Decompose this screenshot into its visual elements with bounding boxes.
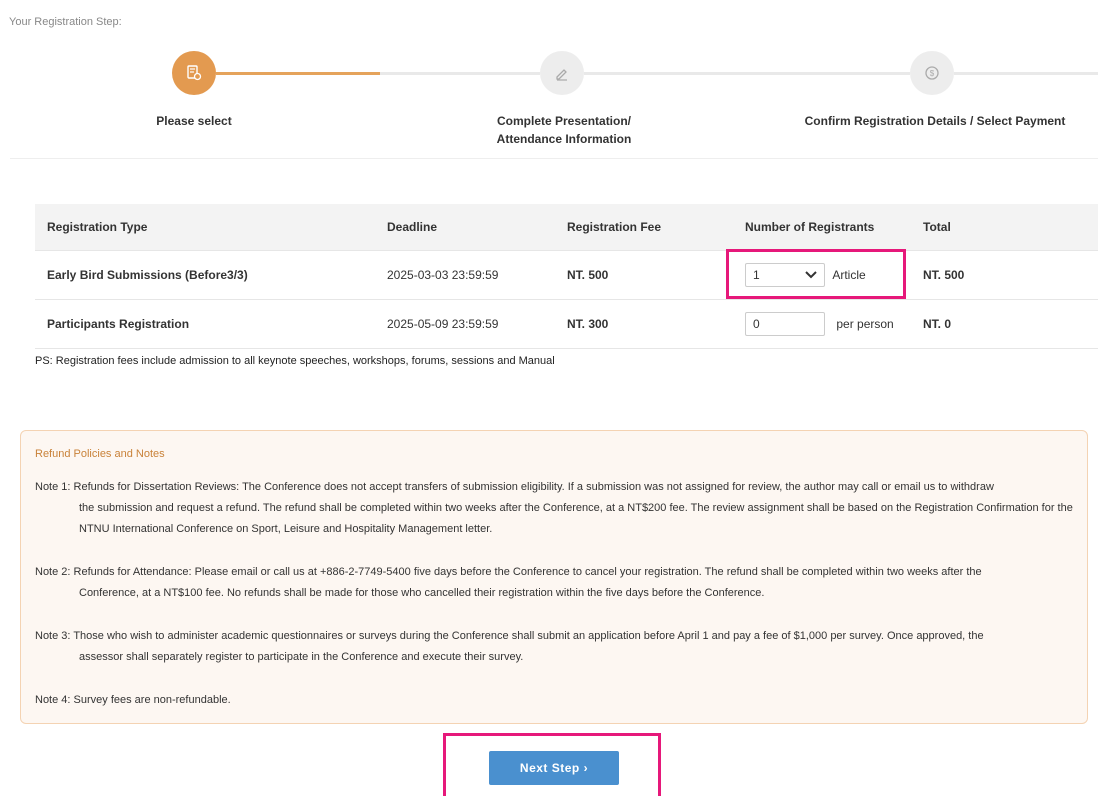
note-1: Note 1: Refunds for Dissertation Reviews… [35, 477, 1075, 540]
registrants-cell: 1 Article [733, 250, 911, 300]
select-value: 1 [753, 267, 760, 282]
note-label: Note 1: [35, 481, 71, 493]
progress-line [380, 72, 540, 75]
note-2: Note 2: Refunds for Attendance: Please e… [35, 562, 1075, 604]
registration-type: Participants Registration [35, 299, 375, 349]
unit-label: Article [832, 267, 866, 282]
step-2-circle [540, 51, 584, 95]
registration-page: Your Registration Step: $ Please select … [0, 0, 1098, 796]
registration-fee: NT. 500 [555, 250, 733, 300]
note-text: Refunds for Attendance: Please email or … [73, 566, 982, 578]
dollar-coin-icon: $ [925, 66, 939, 80]
column-header: Deadline [375, 204, 555, 251]
refund-policies-panel: Refund Policies and Notes Note 1: Refund… [20, 430, 1088, 724]
note-text: Those who wish to administer academic qu… [73, 630, 984, 642]
progress-line [584, 72, 910, 75]
registration-fee: NT. 300 [555, 299, 733, 349]
registration-table: Registration Type Deadline Registration … [35, 204, 1098, 349]
registration-type: Early Bird Submissions (Before3/3) [35, 250, 375, 300]
note-3: Note 3: Those who wish to administer aca… [35, 626, 1075, 668]
note-text-cont: the submission and request a refund. The… [79, 502, 1073, 535]
registrants-input[interactable]: 0 [745, 311, 825, 336]
deadline: 2025-03-03 23:59:59 [375, 250, 555, 300]
note-label: Note 3: [35, 630, 71, 642]
unit-label: per person [836, 316, 894, 331]
step-3-label: Confirm Registration Details / Select Pa… [804, 114, 1066, 128]
deadline: 2025-05-09 23:59:59 [375, 299, 555, 349]
divider [10, 158, 1098, 159]
step-1-circle [172, 51, 216, 95]
note-text: Survey fees are non-refundable. [73, 694, 231, 706]
column-header: Registration Fee [555, 204, 733, 251]
column-header: Registration Type [35, 204, 375, 251]
chevron-down-icon [805, 270, 817, 278]
note-text-cont: assessor shall separately register to pa… [79, 651, 524, 663]
column-header: Total [911, 204, 1098, 251]
refund-title: Refund Policies and Notes [35, 448, 165, 460]
table-row: Participants Registration 2025-05-09 23:… [35, 299, 1098, 349]
note-text: Refunds for Dissertation Reviews: The Co… [73, 481, 994, 493]
document-settings-icon [187, 65, 202, 81]
note-text-cont: Conference, at a NT$100 fee. No refunds … [79, 587, 765, 599]
svg-text:$: $ [930, 69, 935, 78]
step-3-circle: $ [910, 51, 954, 95]
note-label: Note 4: [35, 694, 71, 706]
progress-stepper: $ Please select Complete Presentation/ A… [0, 42, 1098, 160]
fee-note: PS: Registration fees include admission … [35, 355, 555, 367]
step-1-label: Please select [156, 114, 232, 128]
step-heading: Your Registration Step: [9, 16, 122, 28]
note-4: Note 4: Survey fees are non-refundable. [35, 690, 1075, 711]
column-header: Number of Registrants [733, 204, 911, 251]
note-label: Note 2: [35, 566, 71, 578]
progress-line-active [216, 72, 380, 75]
step-2-label: Complete Presentation/ Attendance Inform… [496, 114, 632, 146]
table-header-row: Registration Type Deadline Registration … [35, 204, 1098, 251]
progress-line [954, 72, 1098, 75]
registrants-select[interactable]: 1 [745, 262, 825, 287]
row-total: NT. 500 [911, 250, 1098, 300]
table-row: Early Bird Submissions (Before3/3) 2025-… [35, 250, 1098, 300]
pencil-icon [556, 69, 567, 81]
registrants-cell: 0 per person [733, 299, 911, 349]
next-step-button[interactable]: Next Step › [489, 751, 619, 785]
row-total: NT. 0 [911, 299, 1098, 349]
